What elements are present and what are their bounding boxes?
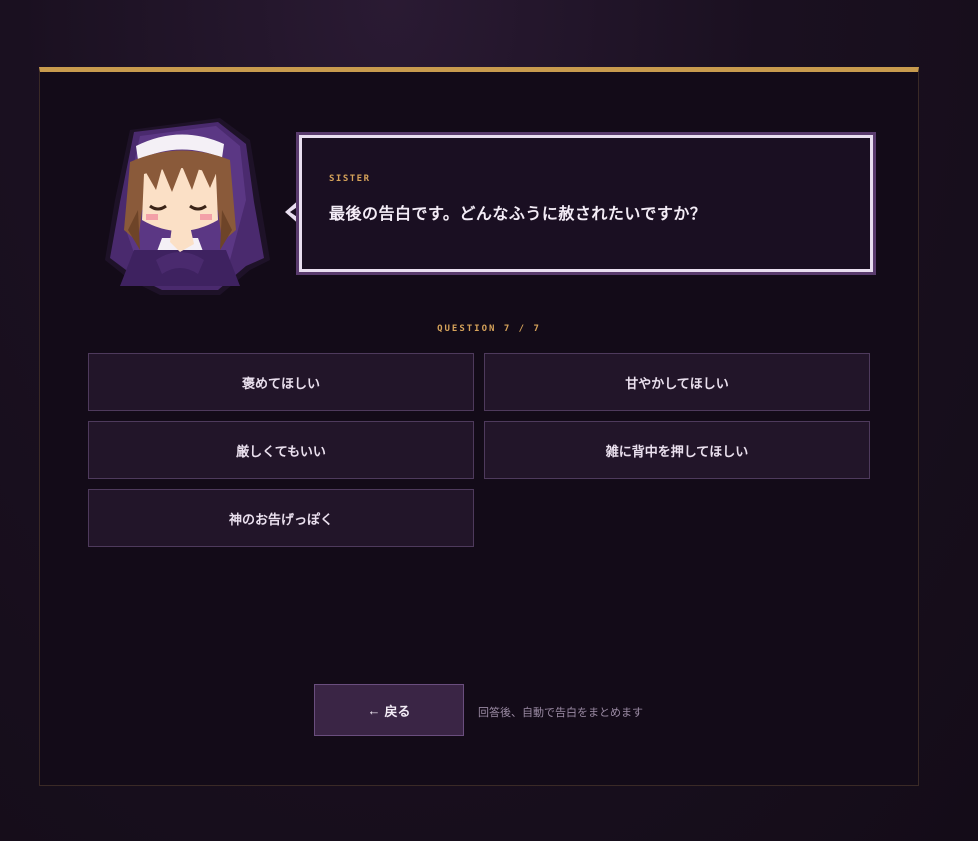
answer-option-2[interactable]: 甘やかしてほしい <box>484 353 870 411</box>
answer-option-3[interactable]: 厳しくてもいい <box>88 421 474 479</box>
speaker-name: SISTER <box>329 174 371 184</box>
question-counter: QUESTION 7 / 7 <box>437 324 541 334</box>
answer-option-5[interactable]: 神のお告げっぽく <box>88 489 474 547</box>
back-button-label: 戻る <box>384 703 411 719</box>
answer-option-1[interactable]: 褒めてほしい <box>88 353 474 411</box>
dialog-line: 最後の告白です。どんなふうに赦されたいですか？ <box>329 204 707 223</box>
dialog-box: SISTER 最後の告白です。どんなふうに赦されたいですか？ <box>299 135 873 272</box>
arrow-left-icon: ← <box>367 702 381 718</box>
sister-portrait <box>105 118 270 295</box>
answer-option-4[interactable]: 雑に背中を押してほしい <box>484 421 870 479</box>
auto-summary-hint: 回答後、自動で告白をまとめます <box>478 706 643 719</box>
back-button[interactable]: ← 戻る <box>314 684 464 736</box>
